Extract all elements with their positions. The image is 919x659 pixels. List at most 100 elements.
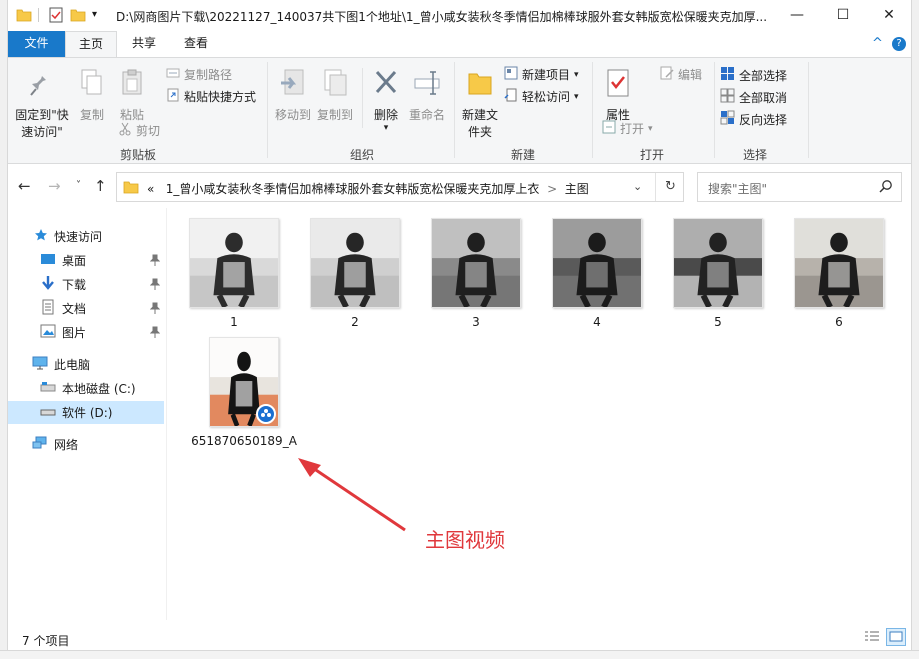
breadcrumb-current[interactable]: 主图 — [565, 182, 589, 196]
nav-this-pc[interactable]: 此电脑 — [8, 353, 164, 376]
minimize-button[interactable]: — — [774, 0, 820, 31]
file-item[interactable]: 4 — [542, 218, 652, 331]
easy-access-button[interactable]: 轻松访问 ▾ — [504, 88, 579, 105]
navigation-pane: 快速访问 桌面 下载 文档 图片 此电脑 本地磁盘 (C:) 软件 (D:) 网… — [8, 214, 166, 624]
file-item[interactable]: 2 — [300, 218, 410, 331]
paste-label: 粘贴 — [119, 108, 144, 122]
paste-shortcut-button[interactable]: 粘贴快捷方式 — [166, 88, 256, 105]
select-none-button[interactable]: 全部取消 — [720, 88, 787, 106]
large-icons-view-icon[interactable] — [886, 628, 906, 646]
pin-to-quick-access-button[interactable]: 固定到"快速访问" — [12, 68, 72, 141]
file-item[interactable]: 5 — [663, 218, 773, 331]
file-item[interactable]: 3 — [421, 218, 531, 331]
title-divider — [38, 8, 39, 22]
new-folder-quick-icon[interactable] — [70, 7, 86, 26]
tab-share[interactable]: 共享 — [119, 31, 169, 57]
select-all-button[interactable]: 全部选择 — [720, 66, 787, 84]
nav-label: 图片 — [62, 326, 87, 340]
nav-label: 本地磁盘 (C:) — [62, 382, 136, 396]
copy-button[interactable]: 复制 — [74, 68, 110, 124]
rename-label: 重命名 — [408, 108, 445, 122]
tab-view[interactable]: 查看 — [171, 31, 221, 57]
folder-icon — [123, 179, 139, 198]
breadcrumb-segment[interactable]: 1_曾小咸女装秋冬季情侣加棉棒球服外套女韩版宽松保暖夹克加厚上衣 — [166, 182, 540, 196]
address-bar[interactable]: « 1_曾小咸女装秋冬季情侣加棉棒球服外套女韩版宽松保暖夹克加厚上衣 > 主图 … — [116, 172, 684, 202]
file-item[interactable]: 1 — [179, 218, 289, 331]
nav-desktop[interactable]: 桌面 — [8, 249, 164, 272]
copy-to-label: 复制到 — [316, 108, 353, 122]
tab-file[interactable]: 文件 — [8, 31, 65, 57]
forward-arrow-icon[interactable]: → — [48, 177, 61, 195]
video-badge-icon — [256, 404, 276, 424]
properties-quick-icon[interactable] — [48, 7, 64, 26]
delete-x-icon — [368, 68, 404, 103]
new-folder-button[interactable]: 新建文件夹 — [458, 68, 502, 141]
chevron-down-icon[interactable]: ⌄ — [633, 180, 642, 193]
title-bar: ▾ D:\网商图片下载\20221127_140037共下图1个地址\1_曾小咸… — [8, 0, 911, 31]
properties-button[interactable]: 属性 — [598, 68, 638, 124]
ribbon-collapse-icon[interactable]: ^ — [872, 36, 883, 51]
copy-icon — [74, 68, 110, 103]
quick-access-dropdown-icon[interactable]: ▾ — [92, 9, 97, 20]
nav-quick-access[interactable]: 快速访问 — [8, 225, 164, 248]
back-arrow-icon[interactable]: ← — [18, 177, 31, 195]
help-icon[interactable]: ? — [892, 37, 906, 51]
file-item[interactable]: 6 — [784, 218, 894, 331]
clipboard-group-label: 剪贴板 — [119, 148, 156, 162]
select-none-label: 全部取消 — [739, 90, 788, 105]
background-window-left-edge — [0, 0, 8, 659]
group-divider — [454, 62, 455, 158]
new-folder-icon — [458, 68, 502, 103]
cut-button[interactable]: 剪切 — [118, 122, 160, 139]
delete-button[interactable]: 删除 ▾ — [368, 68, 404, 133]
navigation-row: ← → ˅ ↑ « 1_曾小咸女装秋冬季情侣加棉棒球服外套女韩版宽松保暖夹克加厚… — [8, 170, 911, 204]
new-folder-label: 新建文件夹 — [462, 108, 499, 139]
cut-label: 剪切 — [136, 124, 161, 138]
image-thumbnail — [431, 218, 521, 308]
pin-icon — [12, 68, 72, 103]
ribbon-tab-bar: 文件 主页 共享 查看 ^ ? — [8, 31, 911, 57]
easy-access-icon — [504, 88, 518, 105]
details-view-icon[interactable] — [864, 630, 880, 647]
delete-dropdown-icon[interactable]: ▾ — [368, 124, 404, 133]
copy-to-icon — [314, 68, 356, 103]
image-thumbnail — [673, 218, 763, 308]
copy-path-button[interactable]: 复制路径 — [166, 66, 232, 83]
video-thumbnail — [209, 337, 279, 427]
nav-local-disk-c[interactable]: 本地磁盘 (C:) — [8, 377, 164, 400]
image-thumbnail — [552, 218, 642, 308]
tab-home[interactable]: 主页 — [65, 31, 117, 57]
copy-to-button[interactable]: 复制到 — [314, 68, 356, 124]
search-box[interactable]: 搜索"主图" — [697, 172, 902, 202]
refresh-icon[interactable]: ↻ — [665, 179, 676, 194]
nav-network[interactable]: 网络 — [8, 433, 164, 456]
up-arrow-icon[interactable]: ↑ — [94, 177, 107, 195]
close-button[interactable]: ✕ — [866, 0, 912, 31]
file-name: 5 — [714, 315, 722, 329]
select-all-icon — [720, 66, 735, 84]
breadcrumb-overflow[interactable]: « — [147, 182, 154, 196]
nav-drive-d[interactable]: 软件 (D:) — [8, 401, 164, 424]
search-icon[interactable] — [879, 179, 893, 196]
recent-locations-icon[interactable]: ˅ — [76, 180, 81, 191]
rename-button[interactable]: 重命名 — [406, 68, 448, 124]
edit-button[interactable]: 编辑 — [660, 66, 702, 83]
move-to-button[interactable]: 移动到 — [273, 68, 313, 124]
drive-icon — [40, 381, 56, 396]
nav-label: 网络 — [54, 438, 79, 452]
nav-pictures[interactable]: 图片 — [8, 321, 164, 344]
search-input[interactable]: 搜索"主图" — [708, 180, 767, 197]
nav-documents[interactable]: 文档 — [8, 297, 164, 320]
open-button[interactable]: 打开 ▾ — [602, 120, 653, 137]
edit-icon — [660, 66, 674, 83]
open-label: 打开 — [620, 122, 645, 136]
maximize-button[interactable]: ☐ — [820, 0, 866, 31]
invert-selection-icon — [720, 110, 735, 128]
nav-downloads[interactable]: 下载 — [8, 273, 164, 296]
pin-icon — [149, 278, 161, 293]
invert-selection-button[interactable]: 反向选择 — [720, 110, 787, 128]
paste-button[interactable]: 粘贴 — [114, 68, 150, 124]
nav-label: 此电脑 — [54, 358, 91, 372]
new-item-button[interactable]: 新建项目 ▾ — [504, 66, 579, 83]
video-file-item[interactable]: 651870650189_A — [179, 337, 309, 450]
